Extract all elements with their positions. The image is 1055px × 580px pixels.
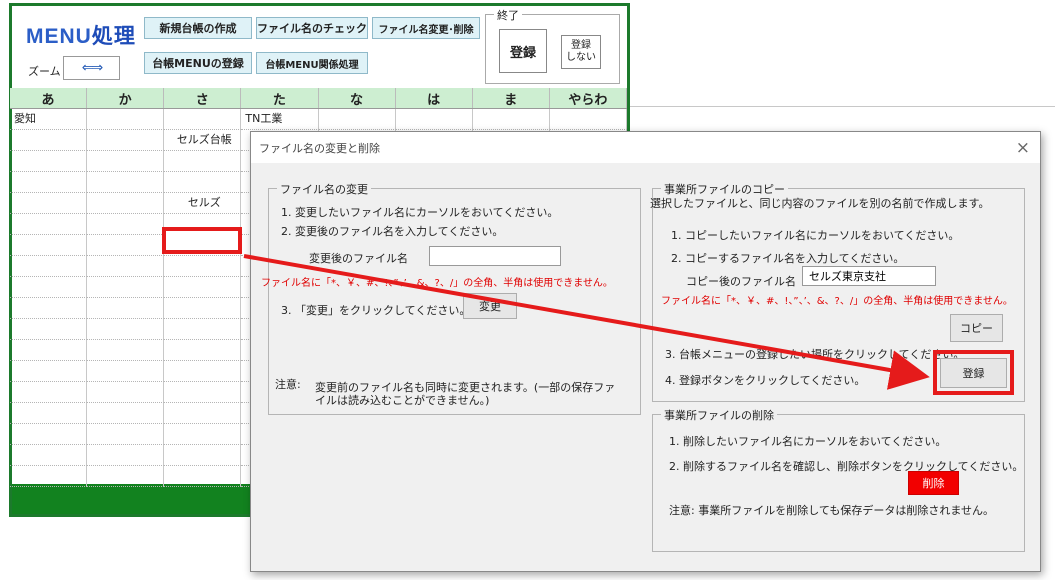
instruction-arrow-icon bbox=[243, 254, 930, 390]
arrow-line bbox=[243, 254, 930, 390]
